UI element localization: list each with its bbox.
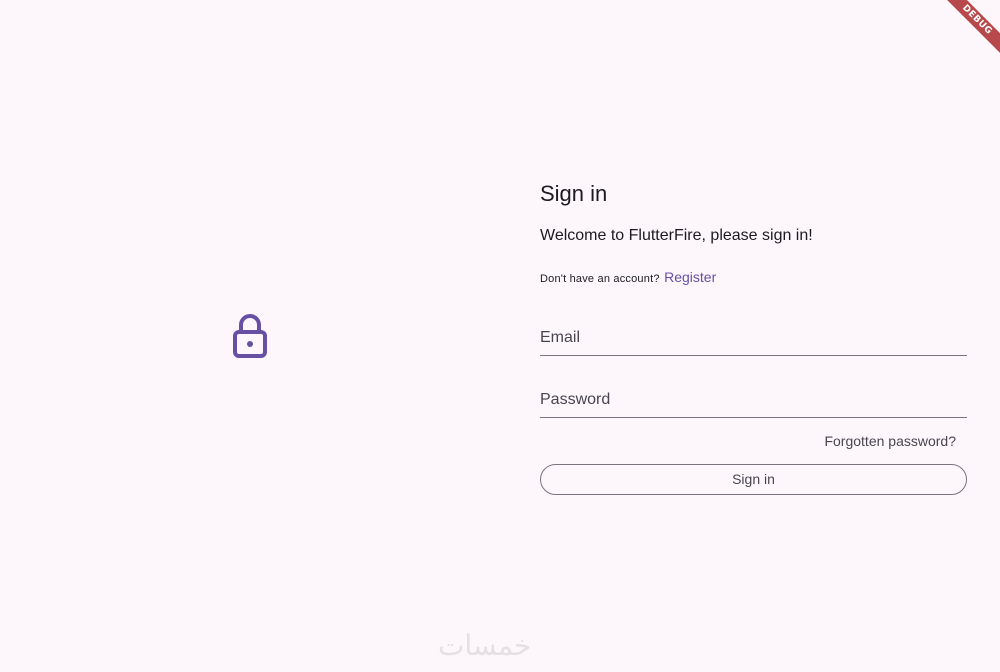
debug-banner: DEBUG: [930, 0, 1000, 70]
password-field[interactable]: Password: [540, 377, 967, 418]
register-prompt: Don't have an account?: [540, 273, 660, 285]
lock-icon: [233, 314, 267, 358]
forgot-password-link[interactable]: Forgotten password?: [824, 433, 956, 449]
sign-in-button[interactable]: Sign in: [540, 464, 967, 495]
watermark: خمسات: [438, 629, 532, 662]
page-title: Sign in: [540, 181, 608, 206]
register-link[interactable]: Register: [664, 269, 716, 285]
welcome-text: Welcome to FlutterFire, please sign in!: [540, 227, 813, 244]
register-line: Don't have an account? Register: [540, 268, 716, 288]
email-field[interactable]: Email: [540, 315, 967, 356]
email-label: Email: [540, 329, 581, 346]
left-pane: [0, 0, 500, 672]
password-label: Password: [540, 391, 611, 408]
debug-banner-label: DEBUG: [940, 0, 1000, 57]
